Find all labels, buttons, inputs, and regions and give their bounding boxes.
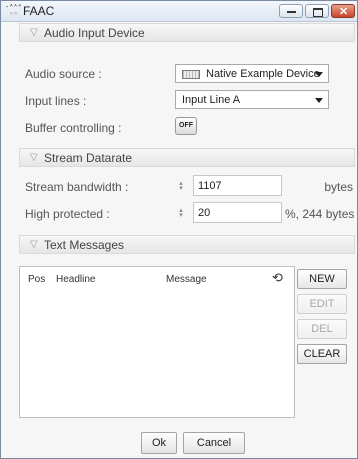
high-protected-input[interactable]: 20 — [193, 202, 282, 223]
ok-button[interactable]: Ok — [141, 432, 177, 454]
stream-bandwidth-value: 1107 — [198, 180, 222, 192]
audio-source-value: Native Example Device — [206, 68, 320, 80]
delete-button[interactable]: DEL — [297, 319, 347, 339]
high-protected-value: 20 — [198, 207, 211, 219]
collapse-triangle-icon: ▽ — [30, 152, 38, 163]
column-header-headline[interactable]: Headline — [56, 274, 95, 285]
spinner-icon[interactable]: ▴ ▾ — [175, 207, 187, 219]
chevron-down-icon[interactable] — [310, 91, 328, 108]
column-header-message[interactable]: Message — [166, 274, 207, 285]
spinner-icon[interactable]: ▴ ▾ — [175, 180, 187, 192]
collapse-triangle-icon: ▽ — [30, 27, 38, 38]
edit-button[interactable]: EDIT — [297, 294, 347, 314]
maximize-button[interactable] — [305, 4, 329, 18]
bandwidth-unit: bytes — [324, 180, 353, 194]
new-button[interactable]: NEW — [297, 269, 347, 289]
column-header-pos[interactable]: Pos — [28, 274, 45, 285]
audio-source-label: Audio source : — [25, 67, 102, 81]
minimize-button[interactable] — [279, 4, 303, 18]
section-audio-input[interactable]: ▽ Audio Input Device — [19, 23, 355, 42]
clear-button[interactable]: CLEAR — [297, 344, 347, 364]
audio-device-icon — [182, 69, 200, 79]
input-lines-value: Input Line A — [182, 94, 241, 106]
audio-source-select[interactable]: Native Example Device — [175, 64, 329, 83]
faac-window: -ᴬᴬᴬ ◦◦ FAAC ✕ ▽ Audio Input Device Audi… — [0, 0, 358, 459]
buffer-toggle-button[interactable]: OFF — [175, 117, 197, 135]
section-text-messages[interactable]: ▽ Text Messages — [19, 235, 355, 254]
minimize-icon — [287, 11, 296, 13]
section-audio-input-label: Audio Input Device — [44, 26, 145, 40]
section-stream-datarate[interactable]: ▽ Stream Datarate — [19, 148, 355, 167]
section-stream-datarate-label: Stream Datarate — [44, 151, 133, 165]
section-text-messages-label: Text Messages — [44, 238, 125, 252]
close-icon: ✕ — [339, 6, 349, 18]
app-icon: -ᴬᴬᴬ ◦◦ — [5, 3, 22, 18]
buffer-controlling-label: Buffer controlling : — [25, 121, 122, 135]
messages-list[interactable]: Pos Headline Message ⟲ — [19, 266, 295, 418]
collapse-triangle-icon: ▽ — [30, 239, 38, 250]
close-button[interactable]: ✕ — [331, 4, 355, 18]
input-lines-label: Input lines : — [25, 94, 87, 108]
refresh-icon[interactable]: ⟲ — [272, 270, 283, 286]
stream-bandwidth-label: Stream bandwidth : — [25, 180, 129, 194]
chevron-down-icon[interactable] — [310, 65, 328, 82]
stream-bandwidth-input[interactable]: 1107 — [193, 175, 282, 196]
maximize-icon — [313, 8, 323, 17]
protected-unit: %, 244 bytes — [285, 207, 355, 221]
input-lines-select[interactable]: Input Line A — [175, 90, 329, 109]
window-title: FAAC — [23, 4, 55, 18]
high-protected-label: High protected : — [25, 207, 110, 221]
cancel-button[interactable]: Cancel — [183, 432, 245, 454]
title-bar: -ᴬᴬᴬ ◦◦ FAAC ✕ — [1, 1, 357, 22]
